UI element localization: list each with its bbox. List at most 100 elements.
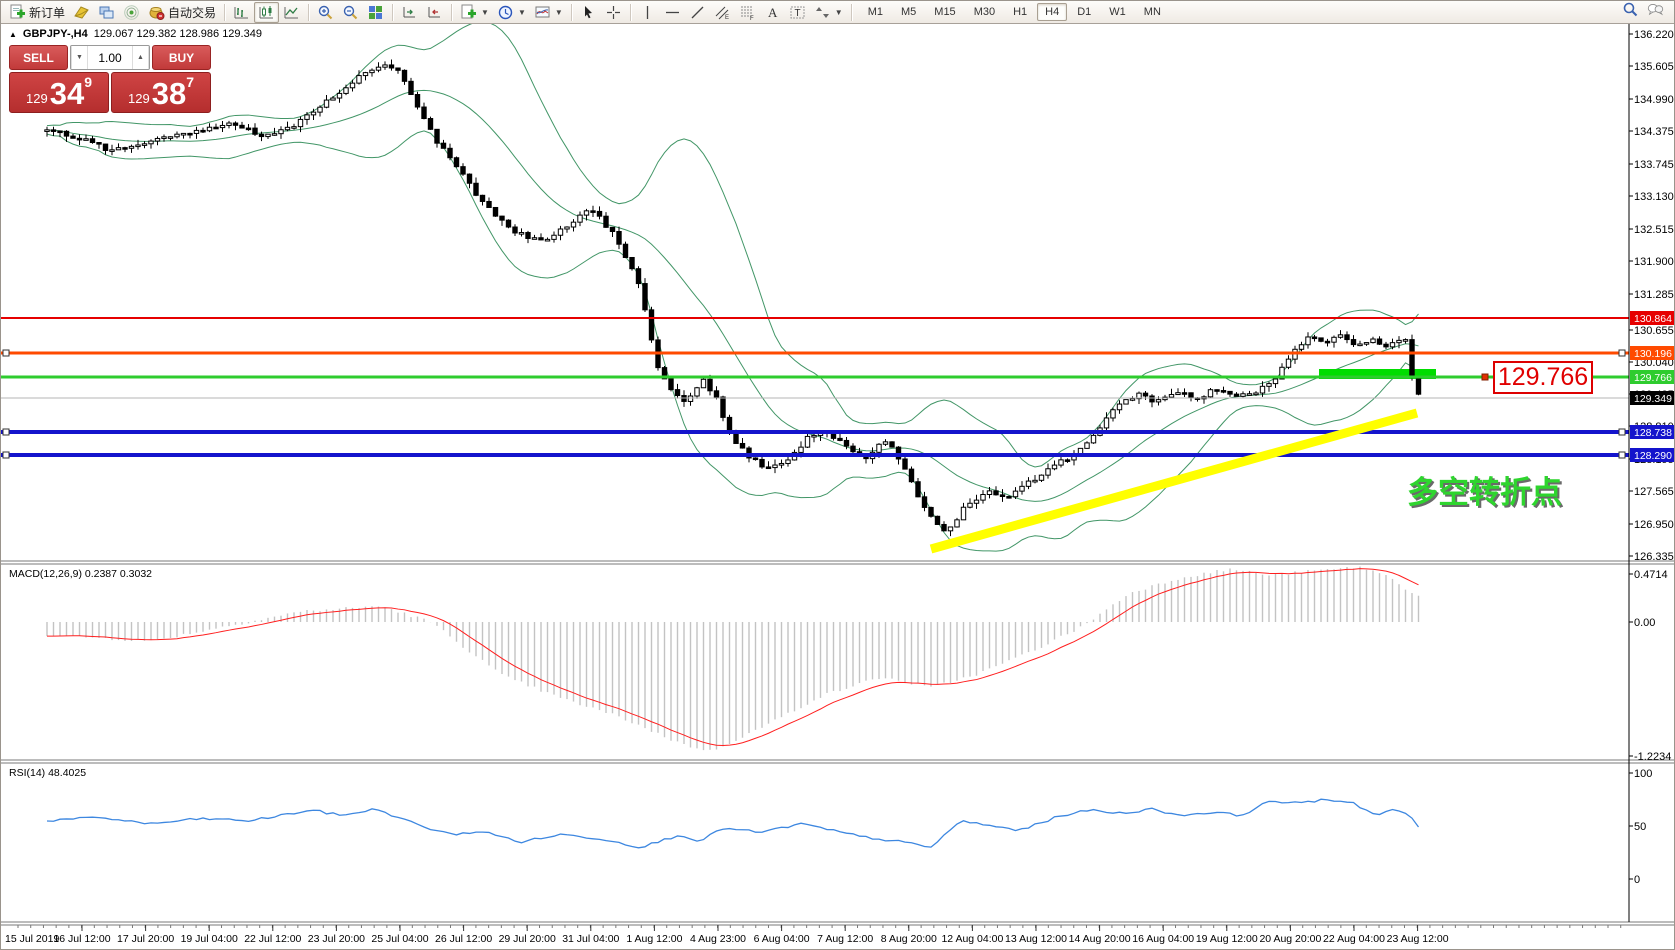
buy-price-panel[interactable]: 129 38 7 — [111, 72, 211, 113]
tile-windows-icon[interactable] — [363, 2, 388, 23]
svg-text:130.864: 130.864 — [1634, 313, 1672, 325]
arrows-dropdown[interactable]: ▼ — [810, 2, 847, 23]
zoom-out-icon[interactable] — [338, 2, 363, 23]
svg-text:22 Aug 04:00: 22 Aug 04:00 — [1323, 933, 1385, 945]
timeframe-button-m1[interactable]: M1 — [860, 3, 891, 21]
timeframe-button-d1[interactable]: D1 — [1069, 3, 1099, 21]
timeframe-button-h1[interactable]: H1 — [1005, 3, 1035, 21]
svg-text:22 Jul 12:00: 22 Jul 12:00 — [244, 933, 301, 945]
svg-text:134.990: 134.990 — [1634, 94, 1674, 106]
rsi-pane-label: RSI(14) 48.4025 — [9, 767, 86, 779]
symbol-header: ▲ GBPJPY-,H4 129.067 129.382 128.986 129… — [9, 28, 262, 40]
svg-text:15 Jul 2019: 15 Jul 2019 — [5, 933, 59, 945]
timeframe-button-w1[interactable]: W1 — [1101, 3, 1134, 21]
bar-chart-mode-icon[interactable] — [229, 2, 254, 23]
new-chart-dropdown[interactable]: ▼ — [456, 2, 493, 23]
auto-scroll-icon[interactable] — [422, 2, 447, 23]
svg-text:12 Aug 04:00: 12 Aug 04:00 — [941, 933, 1003, 945]
svg-text:129.349: 129.349 — [1634, 393, 1672, 405]
svg-text:13 Aug 12:00: 13 Aug 12:00 — [1005, 933, 1067, 945]
chat-icon[interactable] — [1647, 1, 1664, 23]
svg-text:130.196: 130.196 — [1634, 348, 1672, 360]
svg-text:131.900: 131.900 — [1634, 256, 1674, 268]
volume-decrease-button[interactable]: ▼ — [71, 46, 88, 69]
label-tool-icon[interactable]: T — [785, 2, 810, 23]
svg-text:100: 100 — [1634, 768, 1652, 780]
timeframe-button-m5[interactable]: M5 — [893, 3, 924, 21]
sell-price-prefix: 129 — [26, 89, 48, 109]
sell-button[interactable]: SELL — [9, 45, 68, 70]
candlestick-mode-icon[interactable] — [254, 2, 279, 23]
toolbar-separator — [851, 4, 852, 21]
timeframe-button-h4[interactable]: H4 — [1037, 3, 1067, 21]
search-icon[interactable] — [1622, 1, 1639, 23]
new-order-button[interactable]: 新订单 — [5, 2, 69, 23]
svg-text:136.220: 136.220 — [1634, 29, 1674, 41]
collapse-symbol-toggle[interactable]: ▲ — [9, 30, 17, 39]
svg-text:T: T — [794, 8, 800, 19]
sell-price-panel[interactable]: 129 34 9 — [9, 72, 109, 113]
timeframe-button-m15[interactable]: M15 — [926, 3, 963, 21]
svg-text:14 Aug 20:00: 14 Aug 20:00 — [1069, 933, 1131, 945]
cursor-icon[interactable] — [576, 2, 601, 23]
sell-price-sup: 9 — [84, 75, 92, 89]
zoom-in-icon[interactable] — [313, 2, 338, 23]
chevron-down-icon: ▼ — [835, 8, 843, 17]
channel-tool-icon[interactable]: E — [710, 2, 735, 23]
svg-text:A: A — [768, 5, 778, 20]
svg-text:26 Jul 12:00: 26 Jul 12:00 — [435, 933, 492, 945]
volume-stepper: ▼ ▲ — [70, 45, 150, 70]
autotrade-label: 自动交易 — [168, 4, 216, 21]
svg-text:23 Aug 12:00: 23 Aug 12:00 — [1387, 933, 1449, 945]
toolbar-separator — [571, 4, 572, 21]
market-watch-icon[interactable] — [69, 2, 94, 23]
toolbar-right-group — [1622, 1, 1672, 23]
autotrade-icon — [148, 4, 165, 21]
macd-pane-label: MACD(12,26,9) 0.2387 0.3032 — [9, 568, 152, 580]
svg-text:-1.2234: -1.2234 — [1634, 751, 1671, 763]
volume-input[interactable] — [88, 50, 132, 66]
svg-text:126.335: 126.335 — [1634, 551, 1674, 563]
timeframe-bar: M1M5M15M30H1H4D1W1MN — [860, 3, 1169, 21]
price-callout-label[interactable]: 129.766 — [1493, 361, 1593, 394]
timeframe-button-m30[interactable]: M30 — [966, 3, 1003, 21]
svg-text:127.565: 127.565 — [1634, 486, 1674, 498]
volume-increase-button[interactable]: ▲ — [132, 46, 149, 69]
svg-text:31 Jul 04:00: 31 Jul 04:00 — [562, 933, 619, 945]
svg-text:126.950: 126.950 — [1634, 519, 1674, 531]
buy-price-sup: 7 — [186, 75, 194, 89]
terminals-icon[interactable] — [94, 2, 119, 23]
svg-text:0.4714: 0.4714 — [1634, 569, 1668, 581]
signal-icon[interactable] — [119, 2, 144, 23]
svg-text:20 Aug 20:00: 20 Aug 20:00 — [1259, 933, 1321, 945]
text-tool-icon[interactable]: A — [760, 2, 785, 23]
svg-text:16 Jul 12:00: 16 Jul 12:00 — [53, 933, 110, 945]
svg-text:8 Aug 20:00: 8 Aug 20:00 — [881, 933, 937, 945]
svg-text:130.655: 130.655 — [1634, 325, 1674, 337]
svg-text:E: E — [725, 15, 729, 21]
svg-text:19 Aug 12:00: 19 Aug 12:00 — [1196, 933, 1258, 945]
buy-price-big: 38 — [152, 78, 186, 109]
new-order-label: 新订单 — [29, 4, 65, 21]
horizontal-line-tool-icon[interactable] — [660, 2, 685, 23]
svg-text:50: 50 — [1634, 821, 1646, 833]
fibonacci-tool-icon[interactable]: F — [735, 2, 760, 23]
main-toolbar: 新订单 自动交易 — [1, 1, 1675, 24]
turning-point-annotation[interactable]: 多空转折点 — [1407, 467, 1562, 512]
svg-text:17 Jul 20:00: 17 Jul 20:00 — [117, 933, 174, 945]
new-order-icon — [9, 4, 26, 21]
svg-text:23 Jul 20:00: 23 Jul 20:00 — [308, 933, 365, 945]
line-chart-mode-icon[interactable] — [279, 2, 304, 23]
chart-shift-icon[interactable] — [397, 2, 422, 23]
autotrade-button[interactable]: 自动交易 — [144, 2, 220, 23]
indicators-dropdown[interactable]: ▼ — [530, 2, 567, 23]
vertical-line-tool-icon[interactable] — [635, 2, 660, 23]
periods-dropdown[interactable]: ▼ — [493, 2, 530, 23]
buy-button[interactable]: BUY — [152, 45, 211, 70]
svg-text:25 Jul 04:00: 25 Jul 04:00 — [371, 933, 428, 945]
chevron-down-icon: ▼ — [555, 8, 563, 17]
timeframe-button-mn[interactable]: MN — [1136, 3, 1169, 21]
trendline-tool-icon[interactable] — [685, 2, 710, 23]
crosshair-icon[interactable] — [601, 2, 626, 23]
svg-text:29 Jul 20:00: 29 Jul 20:00 — [499, 933, 556, 945]
